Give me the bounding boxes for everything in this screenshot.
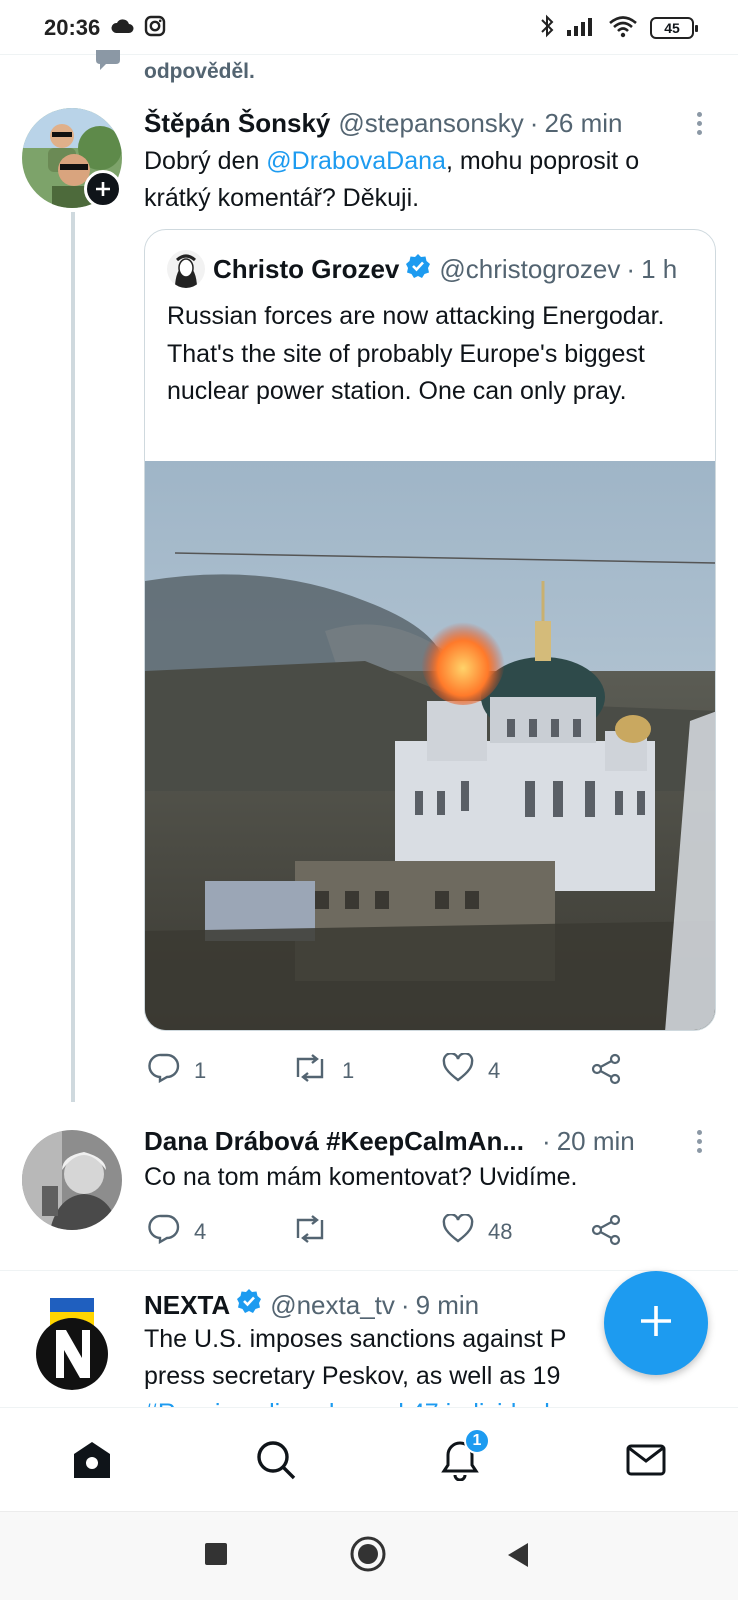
back-icon[interactable] [506,1542,530,1573]
reply-context-text: odpověděl. [144,60,255,83]
like-action[interactable]: 48 [442,1213,513,1250]
like-action[interactable]: 4 [442,1052,501,1089]
quote-header: Christo Grozev @christogrozev · 1 h [167,250,677,288]
heart-icon [442,1052,474,1089]
reply-count: 4 [194,1219,207,1244]
mail-icon [625,1439,667,1486]
tweet-header: Dana Drábová #KeepCalmAn... · 20 min [144,1126,635,1157]
share-icon [590,1053,622,1091]
quote-timestamp[interactable]: 1 h [641,254,677,285]
separator-dot: · [529,108,539,138]
home-icon [71,1439,113,1486]
reply-count: 1 [194,1058,207,1083]
timestamp[interactable]: 26 min [544,108,622,139]
display-name[interactable]: Štěpán Šonský [144,108,330,139]
battery-icon: 45 [650,17,698,39]
display-name[interactable]: NEXTA [144,1290,230,1321]
status-time: 20:36 [44,15,101,40]
tweet-text-line: press secretary Peskov, as well as 19 [144,1362,561,1390]
separator-dot: · [542,1126,551,1156]
separator-dot: · [626,253,636,284]
tweet-text: Dobrý den @DrabovaDana, mohu poprosit o … [144,143,704,217]
share-action[interactable] [590,1214,622,1252]
handle[interactable]: @nexta_tv [270,1290,395,1321]
heart-icon [442,1213,474,1250]
timestamp[interactable]: 20 min [557,1126,635,1157]
cloud-icon [110,18,134,39]
retweet-action[interactable] [292,1214,342,1250]
verified-badge-icon [236,1288,262,1321]
compose-tweet-button[interactable] [604,1271,708,1375]
quote-media-image[interactable] [145,461,715,1030]
tweet-text-part: Dobrý den [144,147,267,175]
tweet-header: NEXTA @nexta_tv · 9 min [144,1288,479,1321]
plus-icon [638,1303,674,1344]
tweet-header: Štěpán Šonský @stepansonsky · 26 min [144,108,623,139]
verified-badge-icon [405,253,431,286]
notifications-badge: 1 [464,1428,490,1454]
tweet-separator [0,1270,738,1271]
like-count: 4 [488,1058,501,1083]
recent-apps-icon[interactable] [204,1542,228,1571]
tweet-text: Co na tom mám komentovat? Uvidíme. [144,1163,578,1191]
retweet-icon [292,1053,328,1089]
nav-search[interactable] [252,1438,300,1486]
separator-dot: · [400,1290,410,1320]
reply-icon [148,1214,180,1250]
signal-icon [566,15,596,42]
avatar-christo[interactable] [167,250,205,288]
system-navigation-bar [0,1511,738,1600]
tweet-text-line: #Russian oligarchs and 47 individuals [144,1395,704,1407]
retweet-action[interactable]: 1 [292,1053,354,1089]
follow-plus-icon[interactable] [84,170,122,208]
quoted-tweet[interactable]: Christo Grozev @christogrozev · 1 h Russ… [144,229,716,1031]
more-options-icon[interactable] [695,1130,703,1157]
avatar-nexta[interactable] [22,1290,122,1390]
quote-text: Russian forces are now attacking Energod… [167,302,665,405]
share-icon [590,1214,622,1252]
quote-handle[interactable]: @christogrozev [439,254,620,285]
retweet-icon [292,1214,328,1250]
reply-icon [148,1053,180,1089]
status-bar: 20:36 45 [0,0,738,56]
display-name[interactable]: Dana Drábová #KeepCalmAn... [144,1126,524,1157]
quote-display-name[interactable]: Christo Grozev [213,254,399,285]
share-action[interactable] [590,1053,622,1091]
more-options-icon[interactable] [695,112,703,139]
mention-link[interactable]: @DrabovaDana [266,147,446,175]
search-icon [255,1439,297,1486]
timestamp[interactable]: 9 min [416,1290,480,1321]
bluetooth-icon [540,14,554,43]
thread-line [71,212,75,1102]
reply-action[interactable]: 1 [148,1053,206,1089]
nav-notifications[interactable]: 1 [436,1428,490,1486]
retweet-count: 1 [342,1058,355,1083]
handle[interactable]: @stepansonsky [338,108,523,139]
nav-messages[interactable] [622,1438,670,1486]
reply-action[interactable]: 4 [148,1214,206,1250]
like-count: 48 [488,1219,513,1244]
instagram-icon [144,15,166,42]
nav-home[interactable] [68,1438,116,1486]
reply-bubble-icon [94,50,122,77]
bottom-nav: 1 [0,1407,738,1511]
wifi-icon [608,14,638,43]
home-button-icon[interactable] [350,1536,386,1577]
avatar-dana[interactable] [22,1130,122,1230]
